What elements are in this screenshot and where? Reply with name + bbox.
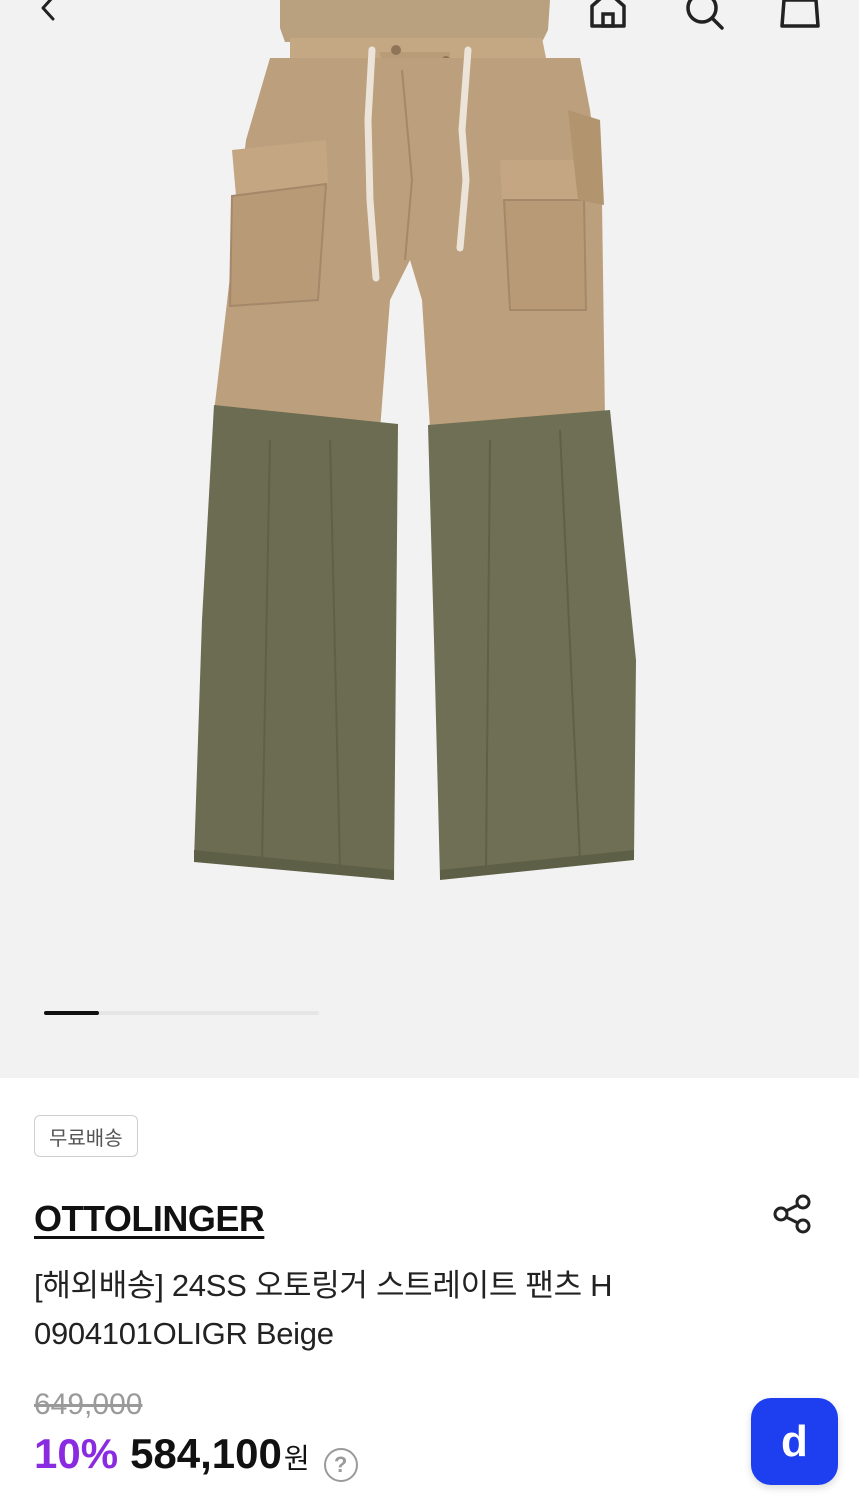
discount-rate: 10%: [34, 1430, 119, 1477]
currency-unit: 원: [283, 1443, 310, 1474]
original-price: 649,000: [34, 1388, 143, 1421]
search-icon: [686, 0, 724, 30]
product-title: [해외배송] 24SS 오토링거 스트레이트 팬츠 H 0904101OLIGR…: [34, 1268, 613, 1351]
product-photo[interactable]: [150, 0, 670, 900]
help-icon[interactable]: ?: [323, 1448, 358, 1482]
share-icon: [773, 1194, 811, 1234]
share-button[interactable]: [768, 1190, 816, 1238]
product-image-gallery[interactable]: [0, 0, 859, 1078]
carousel-active-indicator: [44, 1011, 99, 1015]
carousel-indicator: [44, 1011, 319, 1015]
shopping-bag-icon: [780, 0, 820, 28]
chevron-left-icon: [41, 0, 55, 21]
free-shipping-badge: 무료배송: [34, 1115, 138, 1157]
floating-app-button[interactable]: d: [751, 1398, 838, 1485]
price-row: 10% 584,100 원 ?: [34, 1430, 358, 1486]
sale-price: 584,100: [130, 1430, 282, 1477]
search-button[interactable]: [682, 0, 726, 30]
brand-link[interactable]: OTTOLINGER: [34, 1198, 265, 1240]
cart-button[interactable]: [778, 0, 822, 30]
back-button[interactable]: [26, 0, 70, 30]
